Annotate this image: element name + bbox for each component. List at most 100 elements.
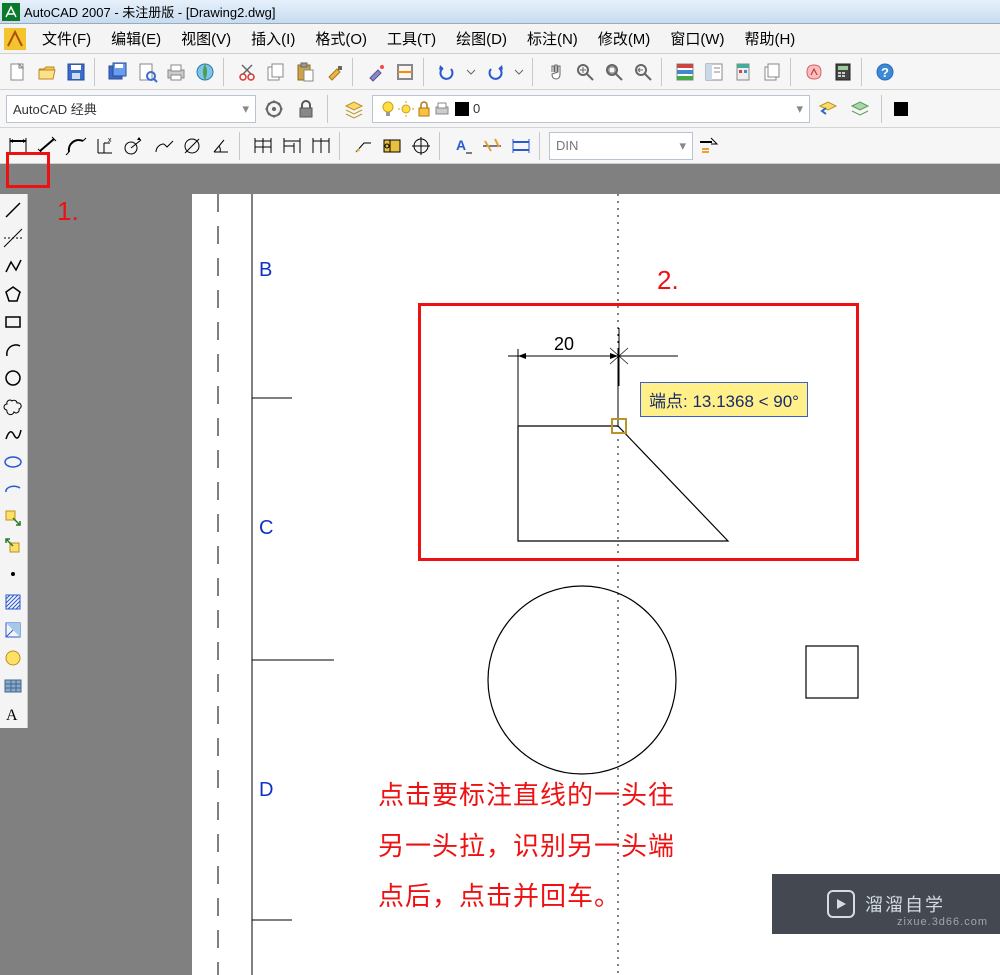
ellipse-arc-icon[interactable] (0, 476, 26, 504)
dim-space-icon[interactable] (507, 132, 535, 160)
app-autocad-icon (2, 3, 20, 21)
ellipse-icon[interactable] (0, 448, 26, 476)
paint-icon[interactable] (362, 58, 390, 86)
dim-arc-icon[interactable] (62, 132, 90, 160)
dim-align-text-icon[interactable] (478, 132, 506, 160)
annotation-instruction: 点击要标注直线的一头往 另一头拉，识别另一头端 点后，点击并回车。 (378, 770, 758, 922)
dim-update-icon[interactable] (694, 132, 722, 160)
dim-aligned-icon[interactable] (33, 132, 61, 160)
rectangle-icon[interactable] (0, 308, 26, 336)
save-icon[interactable] (62, 58, 90, 86)
dim-edit-text-icon[interactable]: A (449, 132, 477, 160)
layer-manager-icon[interactable] (340, 95, 368, 123)
circle-icon[interactable] (0, 364, 26, 392)
menu-help[interactable]: 帮助(H) (734, 24, 805, 53)
mtext-icon[interactable]: A (0, 700, 26, 728)
polygon-icon[interactable] (0, 280, 26, 308)
arc-icon[interactable] (0, 336, 26, 364)
block-editor-icon[interactable] (391, 58, 419, 86)
menu-view[interactable]: 视图(V) (171, 24, 241, 53)
spline-icon[interactable] (0, 420, 26, 448)
dim-continue-icon[interactable] (307, 132, 335, 160)
dim-diameter-icon[interactable] (178, 132, 206, 160)
separator-icon (861, 58, 867, 86)
layer-combo[interactable]: 0 ▾ (372, 95, 810, 123)
dim-jogged-icon[interactable] (149, 132, 177, 160)
dim-leader-icon[interactable] (349, 132, 377, 160)
new-icon[interactable] (4, 58, 32, 86)
tool-palettes-icon[interactable] (729, 58, 757, 86)
layer-plot-icon (433, 100, 451, 118)
pan-icon[interactable] (542, 58, 570, 86)
properties-icon[interactable] (671, 58, 699, 86)
annotation-label-2: 2. (657, 265, 679, 296)
design-center-icon[interactable] (700, 58, 728, 86)
menu-tools[interactable]: 工具(T) (377, 24, 446, 53)
region-icon[interactable] (0, 644, 26, 672)
annotation-label-1: 1. (57, 196, 79, 227)
table-icon[interactable] (0, 672, 26, 700)
menu-dim[interactable]: 标注(N) (517, 24, 588, 53)
redo-icon[interactable] (481, 58, 509, 86)
xline-icon[interactable] (0, 224, 26, 252)
snap-tooltip: 端点: 13.1368 < 90° (640, 382, 808, 417)
app-menu-icon[interactable] (4, 28, 26, 50)
publish-icon[interactable] (191, 58, 219, 86)
menu-edit[interactable]: 编辑(E) (101, 24, 171, 53)
redo-dropdown-icon[interactable] (510, 67, 528, 77)
point-icon[interactable] (0, 560, 26, 588)
menu-modify[interactable]: 修改(M) (588, 24, 661, 53)
dim-ordinate-icon[interactable]: x (91, 132, 119, 160)
dim-style-combo[interactable]: DIN ▾ (549, 132, 693, 160)
gradient-icon[interactable] (0, 616, 26, 644)
make-block-icon[interactable] (0, 532, 26, 560)
window-title: AutoCAD 2007 - 未注册版 - [Drawing2.dwg] (24, 2, 275, 21)
workspace-settings-icon[interactable] (260, 95, 288, 123)
dim-center-icon[interactable] (407, 132, 435, 160)
dim-tolerance-icon[interactable] (378, 132, 406, 160)
sheet-set-icon[interactable] (758, 58, 786, 86)
line-icon[interactable] (0, 196, 26, 224)
dim-quick-icon[interactable] (249, 132, 277, 160)
help-icon[interactable]: ? (871, 58, 899, 86)
menu-file[interactable]: 文件(F) (32, 24, 101, 53)
menu-format[interactable]: 格式(O) (305, 24, 377, 53)
revcloud-icon[interactable] (0, 392, 26, 420)
plot-icon[interactable] (162, 58, 190, 86)
workspace-combo[interactable]: AutoCAD 经典 ▾ (6, 95, 256, 123)
hatch-icon[interactable] (0, 588, 26, 616)
undo-icon[interactable] (433, 58, 461, 86)
cut-icon[interactable] (233, 58, 261, 86)
dim-linear-icon[interactable] (4, 132, 32, 160)
zone-label-c: C (259, 517, 273, 539)
zoom-prev-icon[interactable] (629, 58, 657, 86)
paste-icon[interactable] (291, 58, 319, 86)
calc-icon[interactable] (829, 58, 857, 86)
workspace-lock-icon[interactable] (292, 95, 320, 123)
watermark-banner: 溜溜自学 zixue.3d66.com (772, 874, 1000, 934)
zone-label-b: B (259, 259, 272, 281)
copy-icon[interactable] (262, 58, 290, 86)
saveall-icon[interactable] (104, 58, 132, 86)
chevron-down-icon: ▾ (679, 138, 686, 154)
layer-states-icon[interactable] (846, 95, 874, 123)
color-swatch[interactable] (894, 102, 908, 116)
undo-dropdown-icon[interactable] (462, 67, 480, 77)
dim-baseline-icon[interactable] (278, 132, 306, 160)
separator-icon (423, 58, 429, 86)
zoom-realtime-icon[interactable] (571, 58, 599, 86)
markup-icon[interactable] (800, 58, 828, 86)
menu-window[interactable]: 窗口(W) (660, 24, 734, 53)
menu-draw[interactable]: 绘图(D) (446, 24, 517, 53)
print-preview-icon[interactable] (133, 58, 161, 86)
layer-previous-icon[interactable] (814, 95, 842, 123)
dim-angular-icon[interactable] (207, 132, 235, 160)
zoom-window-icon[interactable] (600, 58, 628, 86)
svg-text:A: A (6, 707, 18, 724)
polyline-icon[interactable] (0, 252, 26, 280)
open-icon[interactable] (33, 58, 61, 86)
match-prop-icon[interactable] (320, 58, 348, 86)
insert-block-icon[interactable] (0, 504, 26, 532)
dim-radius-icon[interactable] (120, 132, 148, 160)
menu-insert[interactable]: 插入(I) (241, 24, 305, 53)
